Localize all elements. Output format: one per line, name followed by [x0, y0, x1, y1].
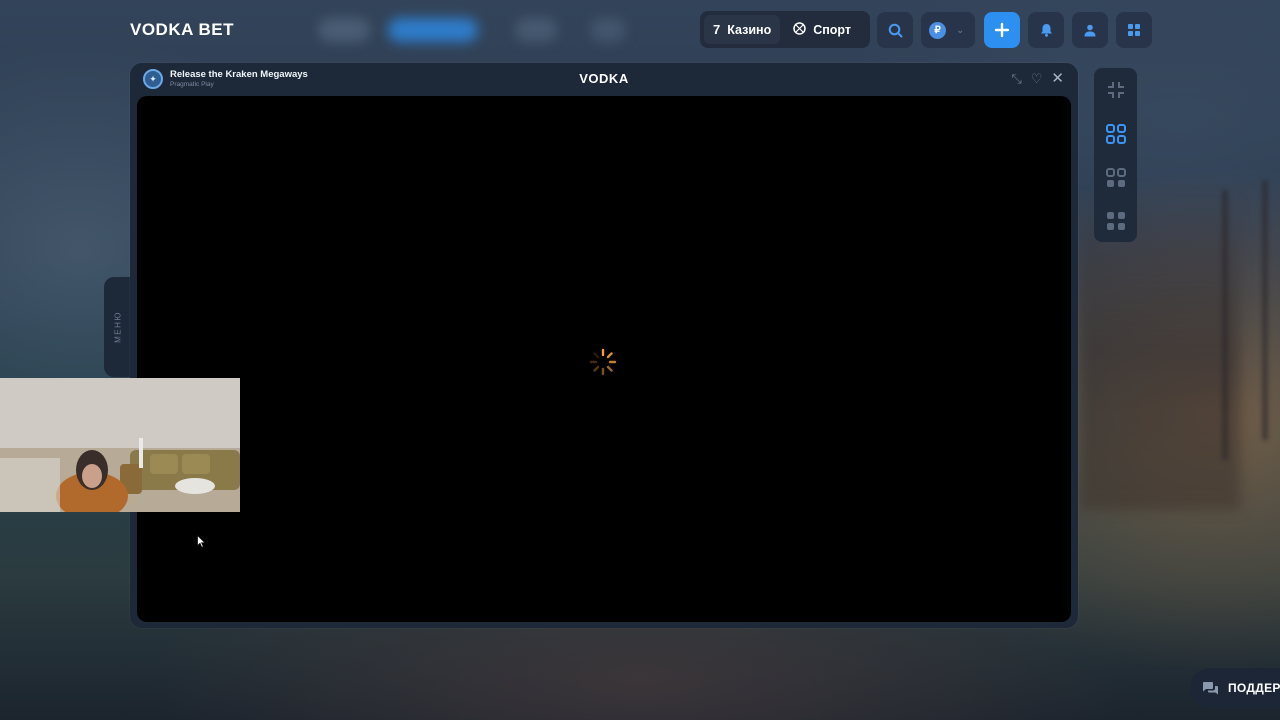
layout-2-icon[interactable] — [1105, 167, 1127, 189]
support-label: ПОДДЕР — [1228, 681, 1280, 695]
wallet-coin-icon: ₽ — [929, 21, 946, 39]
profile-button[interactable] — [1072, 12, 1108, 48]
heart-icon[interactable]: ♡ — [1031, 72, 1043, 86]
webcam-image — [0, 378, 240, 512]
plus-icon — [994, 22, 1010, 38]
main-nav: 7 Казино Спорт — [700, 11, 870, 48]
layout-1-icon[interactable] — [1105, 123, 1127, 145]
seven-icon: 7 — [713, 22, 721, 37]
loading-spinner-icon — [589, 348, 617, 376]
shrink-icon[interactable]: ⤡ — [1011, 72, 1021, 86]
search-button[interactable] — [877, 12, 913, 48]
user-icon — [1084, 24, 1096, 36]
close-icon[interactable]: ✕ — [1051, 71, 1064, 86]
layout-panel — [1094, 68, 1137, 242]
search-icon — [888, 23, 902, 37]
nav-sport[interactable]: Спорт — [784, 15, 860, 44]
grid-icon — [1128, 24, 1140, 36]
game-window-actions: ⤡ ♡ ✕ — [1011, 71, 1064, 86]
wallet-button[interactable]: ₽ ⌄ — [921, 12, 975, 48]
side-menu-label: МЕНЮ — [113, 311, 122, 343]
site-logo[interactable]: VODKA BET — [130, 20, 234, 40]
nav-casino[interactable]: 7 Казино — [704, 15, 781, 44]
nav-casino-label: Казино — [727, 22, 772, 37]
ball-icon — [793, 21, 806, 38]
side-menu-tab[interactable]: МЕНЮ — [104, 277, 131, 377]
chat-icon — [1203, 681, 1218, 694]
support-button[interactable]: ПОДДЕР — [1190, 668, 1280, 708]
game-frame[interactable] — [137, 96, 1071, 622]
minimize-icon[interactable] — [1105, 79, 1127, 101]
game-window: ✦ Release the Kraken Megaways Pragmatic … — [130, 63, 1078, 628]
game-window-logo: VODKA — [579, 71, 629, 86]
deposit-button[interactable] — [984, 12, 1020, 48]
top-header: VODKA BET 7 Казино Спорт ₽ ⌄ — [0, 0, 1280, 60]
mouse-cursor-icon — [197, 535, 206, 548]
layout-4-icon[interactable] — [1105, 210, 1127, 232]
chevron-down-icon: ⌄ — [956, 24, 965, 36]
notifications-button[interactable] — [1028, 12, 1064, 48]
bell-icon — [1040, 24, 1052, 37]
webcam-overlay — [0, 378, 240, 512]
apps-button[interactable] — [1116, 12, 1152, 48]
nav-sport-label: Спорт — [813, 22, 852, 37]
